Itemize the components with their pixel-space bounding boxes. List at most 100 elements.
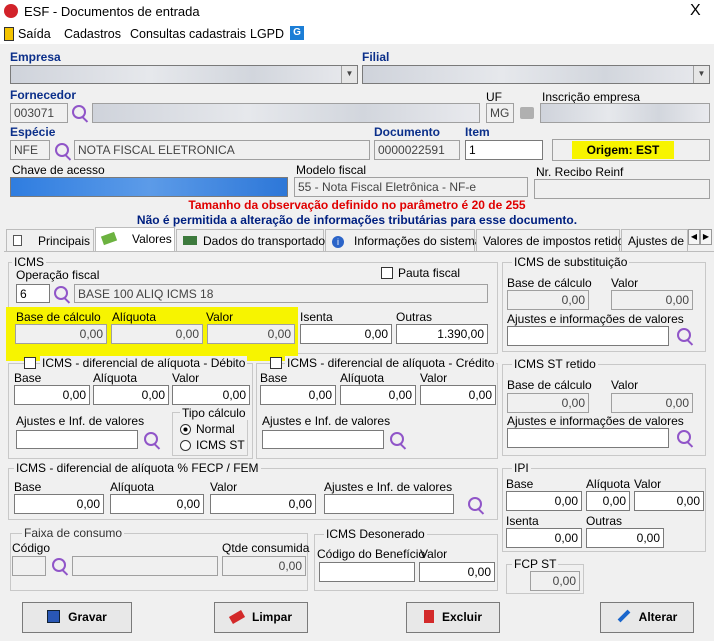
search-icon[interactable]: [677, 328, 691, 342]
tab-scroll-left-icon[interactable]: ◀: [688, 229, 700, 245]
eraser-icon: [228, 610, 246, 624]
outras-label: Outras: [586, 514, 623, 528]
difal-credito-valor[interactable]: 0,00: [420, 385, 496, 405]
tab-informacoes[interactable]: i Informações do sistema: [325, 229, 481, 251]
search-icon[interactable]: [390, 432, 404, 446]
operacao-code[interactable]: 6: [16, 284, 50, 303]
fornecedor-name: [92, 103, 480, 123]
search-icon[interactable]: [677, 430, 691, 444]
uf-field[interactable]: MG: [486, 103, 514, 123]
lgpd-icon[interactable]: G: [290, 26, 304, 40]
desonerado-valor[interactable]: 0,00: [419, 562, 495, 582]
fornecedor-label: Fornecedor: [10, 88, 77, 102]
tab-label: Dados do transportador: [203, 234, 330, 248]
difal-credito-aliquota[interactable]: 0,00: [340, 385, 416, 405]
tab-transportador[interactable]: Dados do transportador: [176, 229, 329, 251]
tab-valores[interactable]: Valores: [95, 227, 175, 252]
difal-debito-base[interactable]: 0,00: [14, 385, 90, 405]
icms-outras-field[interactable]: 1.390,00: [396, 324, 488, 344]
ipi-valor[interactable]: 0,00: [634, 491, 704, 511]
ipi-base[interactable]: 0,00: [506, 491, 582, 511]
info-message: Não é permitida a alteração de informaçõ…: [136, 213, 578, 227]
especie-desc: NOTA FISCAL ELETRONICA: [74, 140, 370, 160]
fecp-ajustes[interactable]: [324, 494, 454, 514]
difal-debito-checkbox[interactable]: [24, 357, 36, 369]
difal-debito-aliquota[interactable]: 0,00: [93, 385, 169, 405]
icms-valor-field[interactable]: 0,00: [207, 324, 295, 344]
search-icon[interactable]: [468, 497, 482, 511]
coins-icon[interactable]: [520, 107, 534, 119]
aliquota-label: Alíquota: [112, 310, 157, 324]
qtde-label: Qtde consumida: [222, 541, 310, 555]
fcp-st-valor[interactable]: 0,00: [530, 571, 580, 591]
ajustes-label: Ajustes e informações de valores: [507, 312, 684, 326]
fecp-aliquota[interactable]: 0,00: [110, 494, 204, 514]
empresa-select[interactable]: ▼: [10, 65, 358, 84]
st-ajustes[interactable]: [507, 326, 669, 346]
ajustes-label: Ajustes e Inf. de valores: [262, 414, 391, 428]
difal-debito-ajustes[interactable]: [16, 430, 138, 449]
tab-impostos-retidos[interactable]: Valores de impostos retidos: [476, 229, 630, 251]
st-retido-base[interactable]: 0,00: [507, 393, 589, 413]
origem-badge: Origem: EST: [572, 141, 674, 159]
search-icon[interactable]: [55, 143, 69, 157]
search-icon[interactable]: [144, 432, 158, 446]
especie-code[interactable]: NFE: [10, 140, 50, 160]
limpar-button[interactable]: Limpar: [214, 602, 308, 633]
st-retido-valor[interactable]: 0,00: [611, 393, 693, 413]
alterar-button[interactable]: Alterar: [600, 602, 694, 633]
difal-credito-ajustes[interactable]: [262, 430, 384, 449]
menu-cadastros[interactable]: Cadastros: [64, 27, 121, 41]
st-valor[interactable]: 0,00: [611, 290, 693, 310]
pauta-checkbox[interactable]: [381, 267, 393, 279]
desonerado-codigo[interactable]: [319, 562, 415, 582]
difal-credito-checkbox[interactable]: [270, 357, 282, 369]
documento-field[interactable]: 0000022591: [374, 140, 460, 160]
operacao-desc: BASE 100 ALIQ ICMS 18: [74, 284, 488, 303]
item-field[interactable]: 1: [465, 140, 543, 160]
excluir-button[interactable]: Excluir: [406, 602, 500, 633]
chevron-down-icon[interactable]: ▼: [341, 66, 357, 83]
ipi-isenta[interactable]: 0,00: [506, 528, 582, 548]
chave-field[interactable]: [10, 177, 288, 197]
ajustes-label: Ajustes e Inf. de valores: [324, 480, 453, 494]
difal-credito-base[interactable]: 0,00: [260, 385, 336, 405]
close-button[interactable]: X: [690, 2, 701, 20]
gravar-label: Gravar: [68, 610, 107, 624]
search-icon[interactable]: [54, 286, 68, 300]
fecp-base[interactable]: 0,00: [14, 494, 104, 514]
icms-st-radio[interactable]: [180, 440, 191, 451]
search-icon[interactable]: [72, 105, 86, 119]
tab-ajustes[interactable]: Ajustes de C: [621, 229, 688, 251]
fornecedor-code[interactable]: 003071: [10, 103, 68, 123]
documento-label: Documento: [374, 125, 440, 139]
chevron-down-icon[interactable]: ▼: [693, 66, 709, 83]
tab-principais[interactable]: Principais: [6, 229, 94, 251]
valor-label: Valor: [634, 477, 662, 491]
filial-select[interactable]: ▼: [362, 65, 710, 84]
st-retido-title: ICMS ST retido: [512, 357, 598, 371]
especie-label: Espécie: [10, 125, 56, 139]
normal-radio[interactable]: [180, 424, 191, 435]
icms-aliquota-field[interactable]: 0,00: [111, 324, 203, 344]
ipi-outras[interactable]: 0,00: [586, 528, 664, 548]
icms-isenta-field[interactable]: 0,00: [300, 324, 392, 344]
valor-label: Valor: [206, 310, 234, 324]
isenta-label: Isenta: [300, 310, 333, 324]
difal-debito-valor[interactable]: 0,00: [172, 385, 250, 405]
st-base[interactable]: 0,00: [507, 290, 589, 310]
menu-consultas[interactable]: Consultas cadastrais: [130, 27, 246, 41]
fcp-st-title: FCP ST: [512, 557, 559, 571]
fecp-valor[interactable]: 0,00: [210, 494, 316, 514]
icms-base-field[interactable]: 0,00: [15, 324, 107, 344]
st-retido-ajustes[interactable]: [507, 428, 669, 448]
menu-lgpd[interactable]: LGPD: [250, 27, 284, 41]
search-icon[interactable]: [52, 558, 66, 572]
gravar-button[interactable]: Gravar: [22, 602, 132, 633]
ipi-aliquota[interactable]: 0,00: [586, 491, 630, 511]
trash-icon: [423, 610, 434, 623]
menu-saida[interactable]: Saída: [18, 27, 51, 41]
pencil-icon: [617, 609, 631, 623]
base-label: Base de cálculo: [507, 276, 592, 290]
tab-scroll-right-icon[interactable]: ▶: [700, 229, 712, 245]
